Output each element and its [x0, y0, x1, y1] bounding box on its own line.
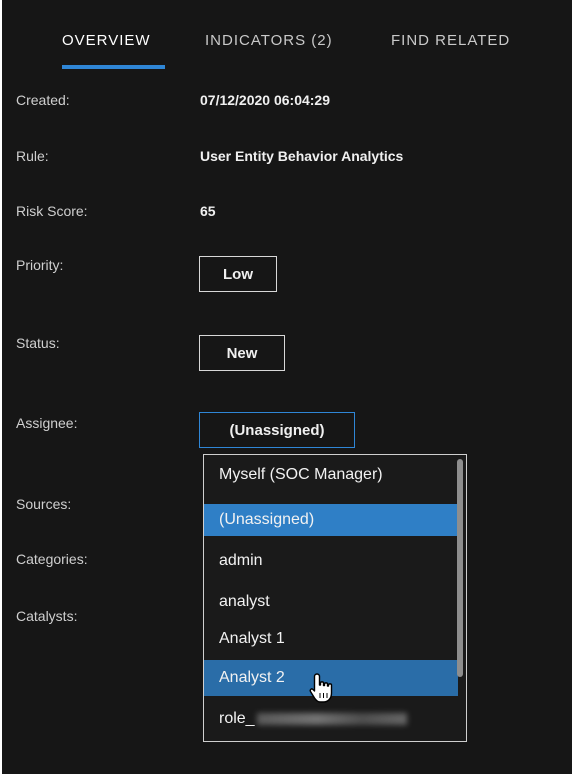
tab-bar: OVERVIEW INDICATORS (2) FIND RELATED: [2, 0, 572, 72]
option-role-text: role_: [219, 710, 255, 727]
option-unassigned[interactable]: (Unassigned): [204, 504, 458, 536]
dropdown-scrollbar[interactable]: [457, 459, 463, 677]
created-value: 07/12/2020 06:04:29: [200, 92, 330, 108]
screenshot-frame: OVERVIEW INDICATORS (2) FIND RELATED Cre…: [0, 0, 574, 774]
risk-score-label: Risk Score:: [16, 203, 88, 219]
option-myself[interactable]: Myself (SOC Manager): [204, 459, 458, 491]
assignee-label: Assignee:: [16, 415, 78, 431]
created-label: Created:: [16, 92, 70, 108]
status-button[interactable]: New: [199, 335, 285, 371]
option-analyst-1[interactable]: Analyst 1: [204, 623, 458, 655]
option-analyst[interactable]: analyst: [204, 586, 458, 618]
incident-overview-panel: OVERVIEW INDICATORS (2) FIND RELATED Cre…: [2, 0, 572, 774]
categories-label: Categories:: [16, 551, 88, 567]
status-label: Status:: [16, 335, 60, 351]
hand-pointer-icon: [309, 673, 333, 703]
sources-label: Sources:: [16, 496, 72, 512]
tab-indicators[interactable]: INDICATORS (2): [205, 32, 333, 49]
risk-score-value: 65: [200, 203, 216, 219]
assignee-select[interactable]: (Unassigned): [199, 412, 355, 448]
tab-find-related[interactable]: FIND RELATED: [391, 32, 510, 49]
priority-label: Priority:: [16, 257, 64, 273]
rule-label: Rule:: [16, 148, 49, 164]
redacted-text: [256, 713, 407, 725]
active-tab-indicator: [62, 65, 165, 69]
priority-button[interactable]: Low: [199, 256, 277, 292]
catalysts-label: Catalysts:: [16, 608, 78, 624]
rule-value: User Entity Behavior Analytics: [200, 148, 404, 164]
tab-overview[interactable]: OVERVIEW: [62, 32, 151, 49]
option-role[interactable]: role_: [204, 703, 458, 735]
option-admin[interactable]: admin: [204, 545, 458, 577]
